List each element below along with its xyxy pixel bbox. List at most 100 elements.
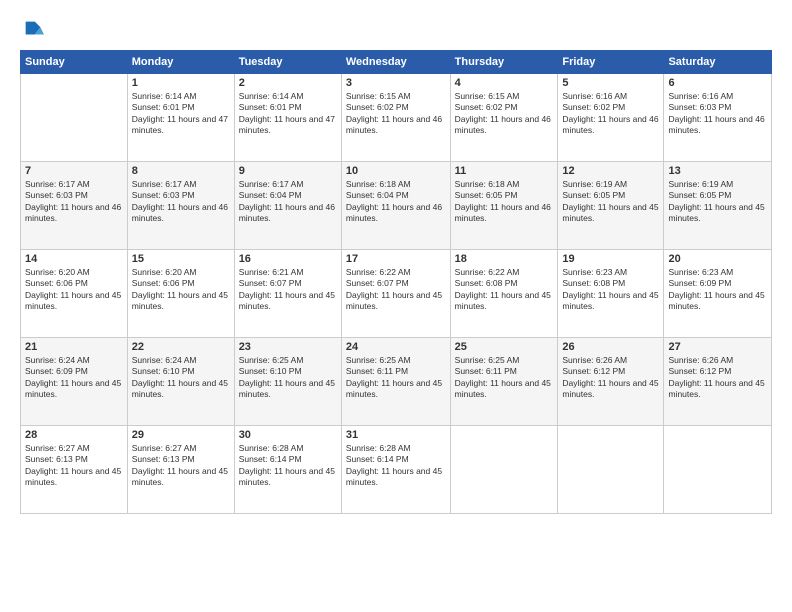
day-info: Sunrise: 6:20 AMSunset: 6:06 PMDaylight:… (25, 267, 123, 313)
calendar-cell: 3 Sunrise: 6:15 AMSunset: 6:02 PMDaylight… (341, 74, 450, 162)
day-number: 1 (132, 77, 230, 89)
weekday-header: Wednesday (341, 51, 450, 74)
calendar-cell: 9 Sunrise: 6:17 AMSunset: 6:04 PMDaylight… (234, 162, 341, 250)
day-number: 23 (239, 341, 337, 353)
calendar-cell: 15Sunrise: 6:20 AMSunset: 6:06 PMDayligh… (127, 250, 234, 338)
header (20, 18, 772, 40)
day-number: 19 (562, 253, 659, 265)
day-number: 28 (25, 429, 123, 441)
day-info: Sunrise: 6:26 AMSunset: 6:12 PMDaylight:… (562, 355, 659, 401)
day-number: 7 (25, 165, 123, 177)
day-number: 8 (132, 165, 230, 177)
weekday-header: Sunday (21, 51, 128, 74)
calendar-cell: 31 Sunrise: 6:28 AMSunset: 6:14 PMDayligh… (341, 426, 450, 514)
day-number: 13 (668, 165, 767, 177)
logo (20, 18, 44, 40)
calendar-cell (21, 74, 128, 162)
day-number: 20 (668, 253, 767, 265)
calendar-week-row: 7 Sunrise: 6:17 AMSunset: 6:03 PMDaylight… (21, 162, 772, 250)
day-number: 9 (239, 165, 337, 177)
day-number: 10 (346, 165, 446, 177)
calendar-cell: 29Sunrise: 6:27 AMSunset: 6:13 PMDayligh… (127, 426, 234, 514)
calendar-cell: 13 Sunrise: 6:19 AMSunset: 6:05 PMDayligh… (664, 162, 772, 250)
weekday-header: Monday (127, 51, 234, 74)
day-number: 22 (132, 341, 230, 353)
calendar-cell (450, 426, 558, 514)
day-number: 4 (455, 77, 554, 89)
day-info: Sunrise: 6:27 AMSunset: 6:13 PMDaylight:… (25, 443, 123, 489)
day-number: 27 (668, 341, 767, 353)
day-info: Sunrise: 6:24 AMSunset: 6:10 PMDaylight:… (132, 355, 230, 401)
calendar-cell: 11 Sunrise: 6:18 AMSunset: 6:05 PMDayligh… (450, 162, 558, 250)
day-number: 25 (455, 341, 554, 353)
day-number: 18 (455, 253, 554, 265)
calendar-cell: 25 Sunrise: 6:25 AMSunset: 6:11 PMDayligh… (450, 338, 558, 426)
day-number: 31 (346, 429, 446, 441)
calendar-week-row: 1 Sunrise: 6:14 AMSunset: 6:01 PMDaylight… (21, 74, 772, 162)
calendar-cell: 10 Sunrise: 6:18 AMSunset: 6:04 PMDayligh… (341, 162, 450, 250)
day-info: Sunrise: 6:17 AMSunset: 6:04 PMDaylight:… (239, 179, 337, 225)
day-info: Sunrise: 6:24 AMSunset: 6:09 PMDaylight:… (25, 355, 123, 401)
calendar-cell (664, 426, 772, 514)
calendar-cell: 16 Sunrise: 6:21 AMSunset: 6:07 PMDayligh… (234, 250, 341, 338)
calendar-cell: 1 Sunrise: 6:14 AMSunset: 6:01 PMDaylight… (127, 74, 234, 162)
calendar-cell: 23 Sunrise: 6:25 AMSunset: 6:10 PMDayligh… (234, 338, 341, 426)
weekday-header: Saturday (664, 51, 772, 74)
calendar-cell: 30 Sunrise: 6:28 AMSunset: 6:14 PMDayligh… (234, 426, 341, 514)
calendar-cell: 14Sunrise: 6:20 AMSunset: 6:06 PMDayligh… (21, 250, 128, 338)
calendar-table: SundayMondayTuesdayWednesdayThursdayFrid… (20, 50, 772, 514)
page: SundayMondayTuesdayWednesdayThursdayFrid… (0, 0, 792, 612)
calendar-cell: 20 Sunrise: 6:23 AMSunset: 6:09 PMDayligh… (664, 250, 772, 338)
calendar-cell: 4 Sunrise: 6:15 AMSunset: 6:02 PMDaylight… (450, 74, 558, 162)
calendar-cell: 21 Sunrise: 6:24 AMSunset: 6:09 PMDayligh… (21, 338, 128, 426)
day-number: 12 (562, 165, 659, 177)
day-number: 30 (239, 429, 337, 441)
day-info: Sunrise: 6:26 AMSunset: 6:12 PMDaylight:… (668, 355, 767, 401)
day-info: Sunrise: 6:22 AMSunset: 6:07 PMDaylight:… (346, 267, 446, 313)
day-info: Sunrise: 6:17 AMSunset: 6:03 PMDaylight:… (25, 179, 123, 225)
day-number: 16 (239, 253, 337, 265)
day-info: Sunrise: 6:18 AMSunset: 6:05 PMDaylight:… (455, 179, 554, 225)
day-number: 6 (668, 77, 767, 89)
day-number: 3 (346, 77, 446, 89)
calendar-cell: 24Sunrise: 6:25 AMSunset: 6:11 PMDayligh… (341, 338, 450, 426)
day-info: Sunrise: 6:14 AMSunset: 6:01 PMDaylight:… (239, 91, 337, 137)
day-info: Sunrise: 6:20 AMSunset: 6:06 PMDaylight:… (132, 267, 230, 313)
day-info: Sunrise: 6:28 AMSunset: 6:14 PMDaylight:… (346, 443, 446, 489)
day-info: Sunrise: 6:23 AMSunset: 6:09 PMDaylight:… (668, 267, 767, 313)
day-info: Sunrise: 6:17 AMSunset: 6:03 PMDaylight:… (132, 179, 230, 225)
calendar-cell: 26Sunrise: 6:26 AMSunset: 6:12 PMDayligh… (558, 338, 664, 426)
day-info: Sunrise: 6:21 AMSunset: 6:07 PMDaylight:… (239, 267, 337, 313)
logo-icon (22, 18, 44, 40)
day-info: Sunrise: 6:16 AMSunset: 6:02 PMDaylight:… (562, 91, 659, 137)
calendar-week-row: 14Sunrise: 6:20 AMSunset: 6:06 PMDayligh… (21, 250, 772, 338)
day-number: 29 (132, 429, 230, 441)
day-info: Sunrise: 6:14 AMSunset: 6:01 PMDaylight:… (132, 91, 230, 137)
calendar-cell: 8 Sunrise: 6:17 AMSunset: 6:03 PMDaylight… (127, 162, 234, 250)
day-info: Sunrise: 6:16 AMSunset: 6:03 PMDaylight:… (668, 91, 767, 137)
weekday-header: Tuesday (234, 51, 341, 74)
weekday-header: Friday (558, 51, 664, 74)
day-info: Sunrise: 6:15 AMSunset: 6:02 PMDaylight:… (455, 91, 554, 137)
day-number: 5 (562, 77, 659, 89)
calendar-cell: 28 Sunrise: 6:27 AMSunset: 6:13 PMDayligh… (21, 426, 128, 514)
calendar-cell: 22 Sunrise: 6:24 AMSunset: 6:10 PMDayligh… (127, 338, 234, 426)
calendar-cell: 27 Sunrise: 6:26 AMSunset: 6:12 PMDayligh… (664, 338, 772, 426)
calendar-cell: 5 Sunrise: 6:16 AMSunset: 6:02 PMDaylight… (558, 74, 664, 162)
day-info: Sunrise: 6:25 AMSunset: 6:11 PMDaylight:… (346, 355, 446, 401)
day-info: Sunrise: 6:28 AMSunset: 6:14 PMDaylight:… (239, 443, 337, 489)
day-number: 21 (25, 341, 123, 353)
day-number: 11 (455, 165, 554, 177)
day-info: Sunrise: 6:15 AMSunset: 6:02 PMDaylight:… (346, 91, 446, 137)
day-info: Sunrise: 6:25 AMSunset: 6:10 PMDaylight:… (239, 355, 337, 401)
calendar-cell: 17 Sunrise: 6:22 AMSunset: 6:07 PMDayligh… (341, 250, 450, 338)
day-info: Sunrise: 6:22 AMSunset: 6:08 PMDaylight:… (455, 267, 554, 313)
day-number: 2 (239, 77, 337, 89)
calendar-cell: 12Sunrise: 6:19 AMSunset: 6:05 PMDayligh… (558, 162, 664, 250)
day-info: Sunrise: 6:19 AMSunset: 6:05 PMDaylight:… (668, 179, 767, 225)
day-number: 17 (346, 253, 446, 265)
day-info: Sunrise: 6:25 AMSunset: 6:11 PMDaylight:… (455, 355, 554, 401)
calendar-week-row: 28 Sunrise: 6:27 AMSunset: 6:13 PMDayligh… (21, 426, 772, 514)
day-info: Sunrise: 6:18 AMSunset: 6:04 PMDaylight:… (346, 179, 446, 225)
calendar-cell: 2 Sunrise: 6:14 AMSunset: 6:01 PMDaylight… (234, 74, 341, 162)
